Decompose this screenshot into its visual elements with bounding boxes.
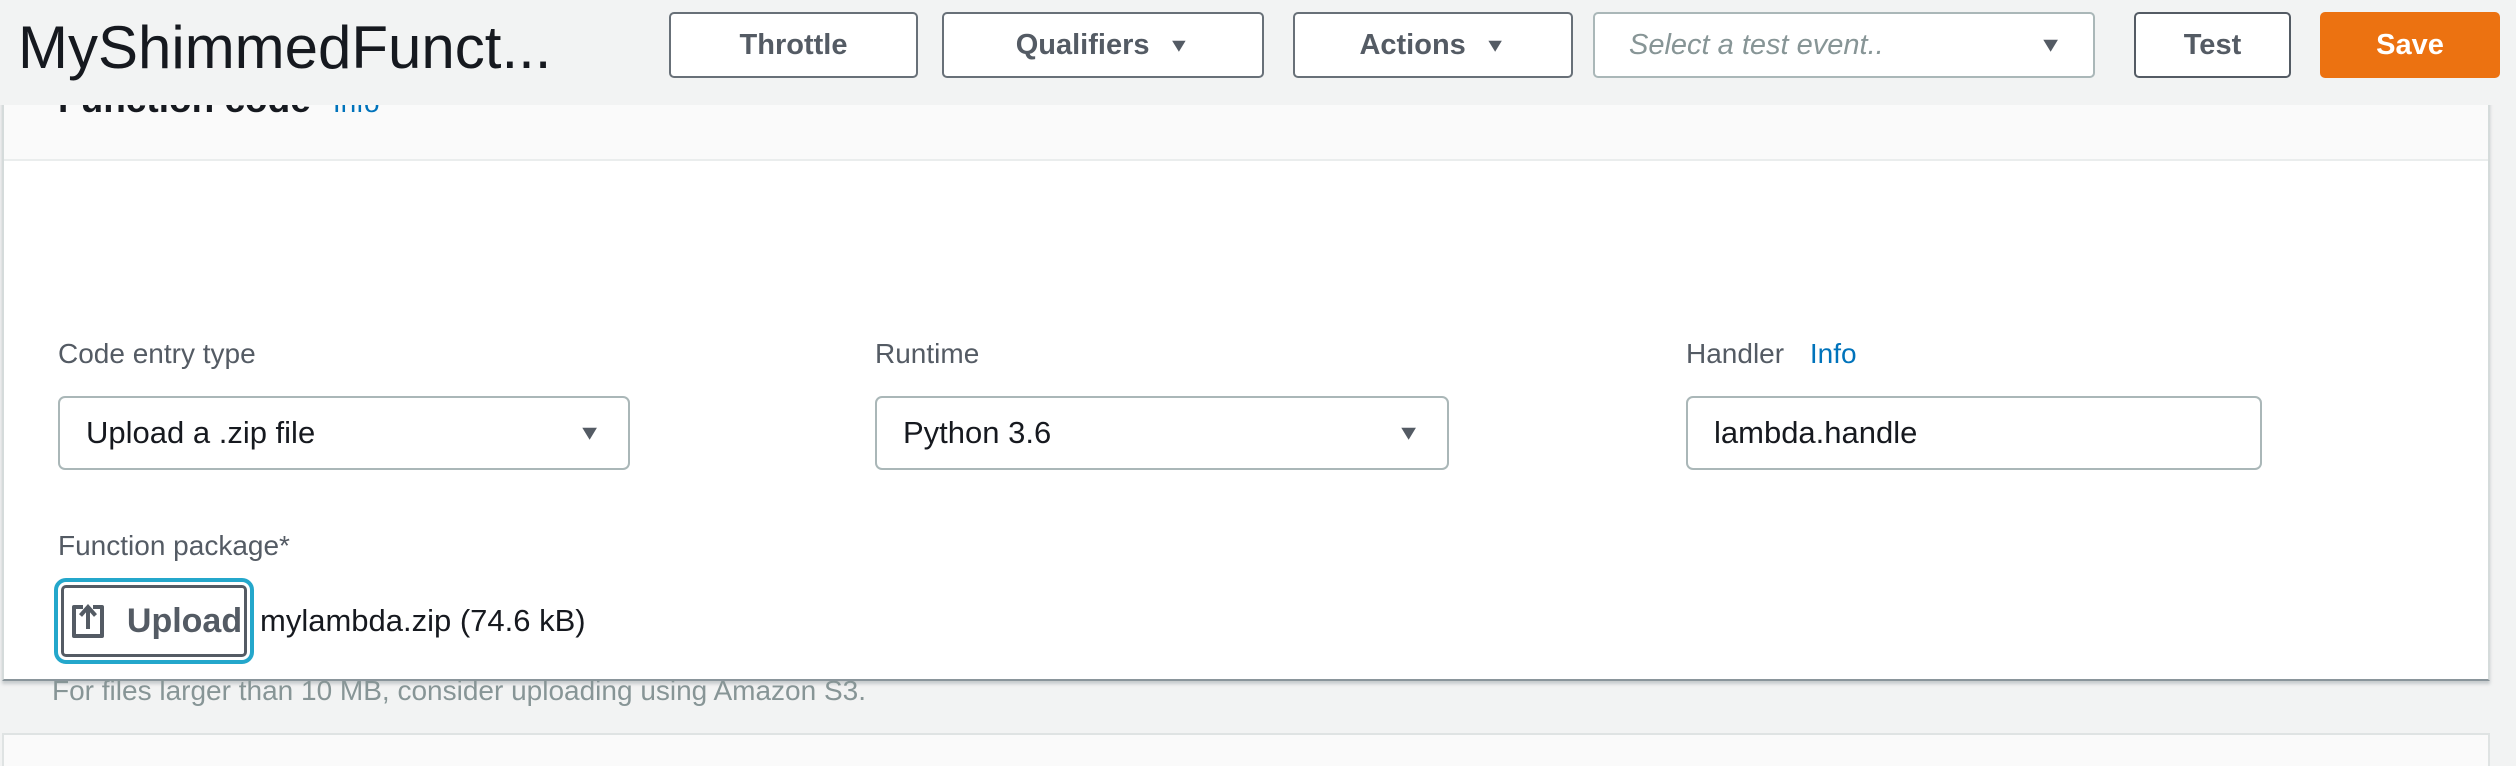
handler-input[interactable] — [1686, 396, 2262, 470]
qualifiers-button-label: Qualifiers — [1016, 29, 1150, 62]
actions-dropdown-button[interactable]: Actions ▼ — [1293, 12, 1573, 78]
save-button-label: Save — [2376, 29, 2444, 62]
upload-icon — [66, 599, 110, 643]
upload-button-label: Upload — [127, 602, 242, 641]
function-name-title: MyShimmedFunct... — [18, 0, 551, 96]
caret-down-icon: ▼ — [577, 423, 602, 444]
handler-label: Handler — [1686, 338, 1784, 369]
actions-button-label: Actions — [1359, 29, 1465, 62]
code-entry-type-select[interactable]: Upload a .zip file ▼ — [58, 396, 630, 470]
handler-info-link[interactable]: Info — [1810, 338, 1857, 369]
runtime-value: Python 3.6 — [903, 415, 1396, 451]
next-section-card — [2, 733, 2490, 766]
test-button-label: Test — [2184, 29, 2241, 62]
lambda-console-page: Function code Info Code entry type Runti… — [0, 0, 2516, 766]
test-button[interactable]: Test — [2134, 12, 2291, 78]
test-event-placeholder: Select a test event.. — [1629, 29, 2038, 62]
upload-button[interactable]: Upload — [61, 585, 247, 657]
code-entry-type-value: Upload a .zip file — [86, 415, 577, 451]
caret-down-icon: ▼ — [1484, 36, 1507, 55]
caret-down-icon: ▼ — [1396, 423, 1421, 444]
caret-down-icon: ▼ — [2038, 35, 2063, 56]
upload-help-text: For files larger than 10 MB, consider up… — [52, 675, 866, 707]
save-button[interactable]: Save — [2320, 12, 2500, 78]
throttle-button[interactable]: Throttle — [669, 12, 918, 78]
caret-down-icon: ▼ — [1168, 36, 1191, 55]
handler-label-group: Handler Info — [1686, 337, 1857, 371]
code-entry-type-label: Code entry type — [58, 337, 256, 371]
uploaded-file-info: mylambda.zip (74.6 kB) — [260, 585, 586, 657]
function-package-label: Function package* — [58, 529, 290, 563]
test-event-select[interactable]: Select a test event.. ▼ — [1593, 12, 2095, 78]
runtime-label: Runtime — [875, 337, 979, 371]
function-topbar: MyShimmedFunct... Throttle Qualifiers ▼ … — [0, 0, 2516, 105]
runtime-select[interactable]: Python 3.6 ▼ — [875, 396, 1449, 470]
throttle-button-label: Throttle — [740, 29, 848, 62]
qualifiers-dropdown-button[interactable]: Qualifiers ▼ — [942, 12, 1264, 78]
function-code-card: Function code Info Code entry type Runti… — [2, 58, 2490, 681]
